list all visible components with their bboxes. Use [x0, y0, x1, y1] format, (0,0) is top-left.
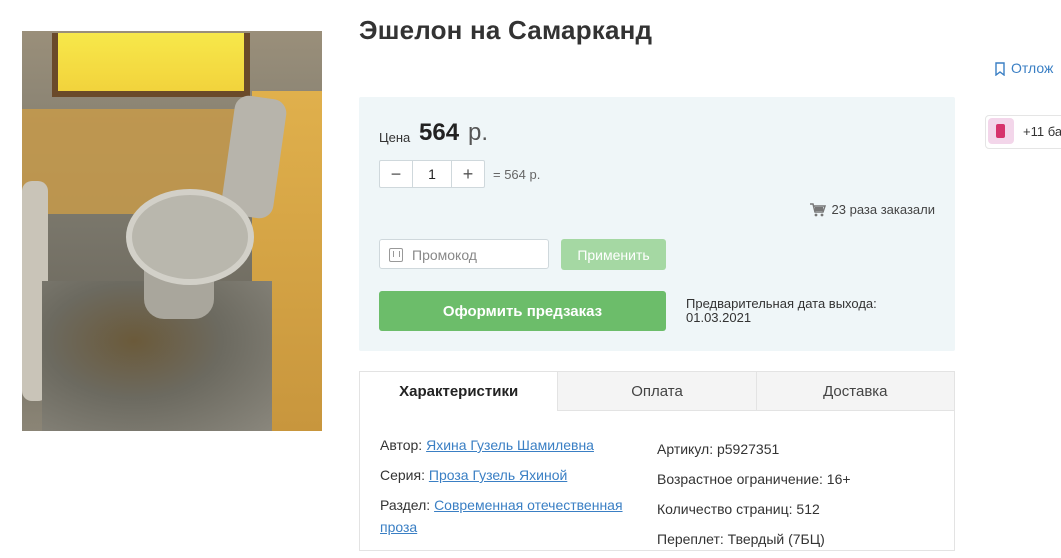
- bookmark-label: Отлож: [1011, 60, 1054, 76]
- price-value: 564: [419, 119, 460, 146]
- ordered-count: 23 раза заказали: [809, 202, 935, 217]
- promo-input[interactable]: [410, 245, 544, 265]
- product-tabs: Характеристики Оплата Доставка Автор: Ях…: [359, 371, 955, 551]
- cart-icon: [809, 203, 826, 217]
- release-label: Предварительная дата выхода:: [686, 296, 877, 311]
- release-date: 01.03.2021: [686, 310, 752, 325]
- series-link[interactable]: Проза Гузель Яхиной: [429, 467, 567, 483]
- bookmark-icon: [995, 62, 1005, 77]
- spec-article: Артикул: p5927351: [657, 441, 780, 457]
- quantity-stepper: − 1 +: [379, 160, 485, 188]
- tab-bar: Характеристики Оплата Доставка: [360, 372, 954, 411]
- author-link[interactable]: Яхина Гузель Шамилевна: [426, 437, 594, 453]
- price-label: Цена: [379, 130, 411, 145]
- price-currency: р.: [468, 119, 489, 146]
- product-cover-image[interactable]: [22, 31, 322, 431]
- release-info: Предварительная дата выхода: 01.03.2021: [686, 297, 877, 325]
- bonus-icon: [988, 118, 1014, 144]
- bonus-badge[interactable]: +11 ба: [985, 115, 1061, 149]
- qty-input[interactable]: 1: [412, 161, 452, 187]
- tab-payment[interactable]: Оплата: [557, 372, 756, 411]
- spec-section-label: Раздел:: [380, 497, 431, 513]
- specs-left: Автор: Яхина Гузель Шамилевна Серия: Про…: [380, 434, 650, 546]
- spec-series: Серия: Проза Гузель Яхиной: [380, 464, 650, 486]
- spec-author: Автор: Яхина Гузель Шамилевна: [380, 434, 650, 456]
- promo-icon: [389, 248, 403, 262]
- cover-seat: [126, 189, 254, 285]
- spec-author-label: Автор:: [380, 437, 423, 453]
- spec-section: Раздел: Современная отечественная проза: [380, 494, 650, 538]
- spec-series-label: Серия:: [380, 467, 425, 483]
- total-price: = 564 р.: [493, 167, 541, 182]
- ordered-text: 23 раза заказали: [831, 202, 935, 217]
- spec-pages: Количество страниц: 512: [657, 501, 820, 517]
- tab-characteristics[interactable]: Характеристики: [360, 372, 558, 411]
- qty-plus-button[interactable]: +: [452, 161, 484, 187]
- spec-age: Возрастное ограничение: 16+: [657, 471, 851, 487]
- page-title: Эшелон на Самарканд: [359, 15, 653, 45]
- specs-right: Артикул: p5927351 Возрастное ограничение…: [657, 438, 947, 558]
- promo-field: [379, 239, 549, 269]
- apply-promo-button[interactable]: Применить: [561, 239, 666, 270]
- bookmark-button[interactable]: Отлож: [995, 60, 1054, 77]
- tab-delivery[interactable]: Доставка: [755, 372, 954, 411]
- cover-window: [52, 33, 250, 97]
- spec-binding: Переплет: Твердый (7БЦ): [657, 531, 825, 547]
- buy-box: Цена 564 р. − 1 + = 564 р. 23 раза заказ…: [359, 97, 955, 351]
- bonus-text: +11 ба: [1023, 124, 1061, 139]
- qty-minus-button[interactable]: −: [380, 161, 412, 187]
- preorder-button[interactable]: Оформить предзаказ: [379, 291, 666, 331]
